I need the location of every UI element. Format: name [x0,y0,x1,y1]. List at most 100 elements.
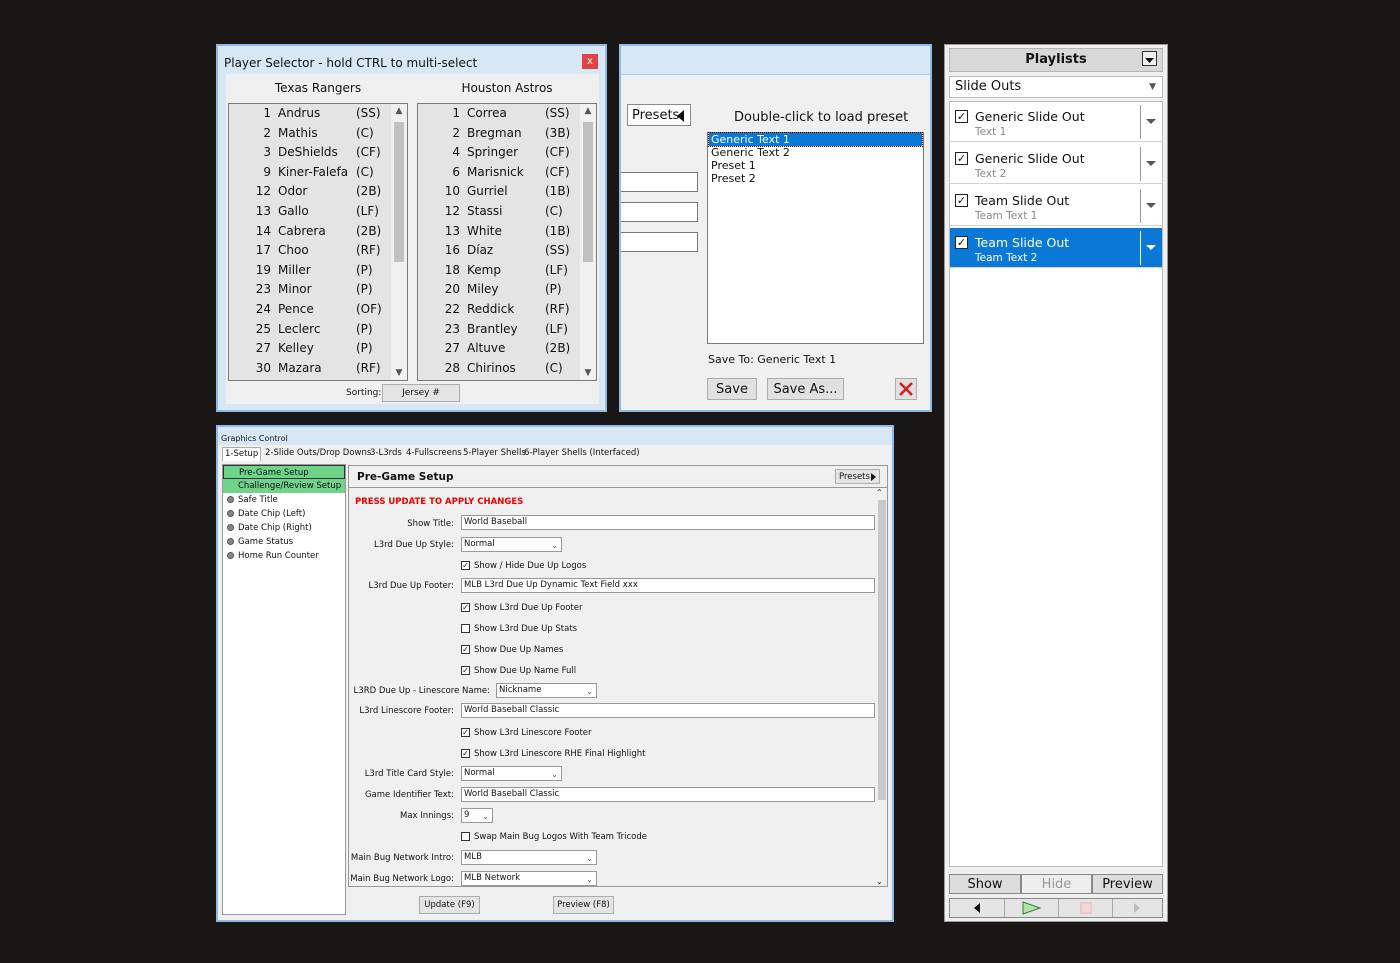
setup-sidebar-item[interactable]: Safe Title [223,493,345,507]
tab-player-shells[interactable]: 5-Player Shells [461,447,528,460]
network-intro-select[interactable]: MLB ⌄ [461,850,597,865]
player-row[interactable]: 27 Kelley (P) [229,339,407,359]
player-list-right[interactable]: 1 Correa (SS) 2 Bregman (3B) 4 Springer (CF) 6 Mar… [417,103,597,381]
previous-button[interactable] [950,899,1004,917]
setup-sidebar-item[interactable]: Date Chip (Left) [223,507,345,521]
player-row[interactable]: 13 Gallo (LF) [229,202,407,222]
tab-player-shells-interfaced[interactable]: 6-Player Shells (Interfaced) [522,447,642,460]
player-row[interactable]: 16 Díaz (SS) [418,241,596,261]
text-field[interactable] [621,232,698,252]
checkmark-icon[interactable]: ✓ [955,110,968,123]
player-row[interactable]: 28 Chirinos (C) [418,359,596,379]
chevron-up-icon[interactable]: ▲ [580,106,596,116]
tab-setup[interactable]: 1-Setup [222,447,262,461]
player-row[interactable]: 17 Choo (RF) [229,241,407,261]
player-row[interactable]: 1 Correa (SS) [418,104,596,124]
tab-fullscreens[interactable]: 4-Fullscreens [404,447,464,460]
player-row[interactable]: 2 Bregman (3B) [418,124,596,144]
update-button[interactable]: Update (F9) [419,896,480,914]
player-row[interactable]: 20 Miley (P) [418,280,596,300]
linescore-footer-input[interactable]: World Baseball Classic [461,703,875,718]
presets-button[interactable]: Presets [835,469,880,484]
player-row[interactable]: 14 Cabrera (2B) [229,222,407,242]
game-identifier-input[interactable]: World Baseball Classic [461,787,875,802]
preview-button[interactable]: Preview (F8) [553,896,614,914]
linescore-name-select[interactable]: Nickname ⌄ [496,683,597,698]
chevron-down-icon[interactable] [1146,203,1156,208]
player-row[interactable]: 12 Odor (2B) [229,182,407,202]
show-l3rd-stats-checkbox[interactable]: Show L3rd Due Up Stats [461,624,577,634]
show-due-up-name-full-checkbox[interactable]: ✓ Show Due Up Name Full [461,666,576,676]
setup-sidebar-item[interactable]: Date Chip (Right) [223,521,345,535]
scrollbar[interactable]: ▲ ▼ [580,104,596,380]
max-innings-select[interactable]: 9 ⌄ [461,808,493,823]
checkmark-icon[interactable]: ✓ [955,152,968,165]
preset-list-item[interactable]: Generic Text 2 [709,146,922,159]
player-row[interactable]: 23 Minor (P) [229,280,407,300]
player-list-left[interactable]: 1 Andrus (SS) 2 Mathis (C) 3 DeShields (CF) 9 Kine… [228,103,408,381]
setup-sidebar-item[interactable]: Home Run Counter [223,549,345,563]
chevron-down-icon[interactable]: ▼ [391,368,407,378]
playlist-combo[interactable]: Slide Outs ▼ [949,76,1163,98]
dropdown-button[interactable] [1142,51,1157,66]
l3rd-due-up-footer-input[interactable]: MLB L3rd Due Up Dynamic Text Field xxx [461,578,875,593]
player-row[interactable]: 1 Andrus (SS) [229,104,407,124]
player-row[interactable]: 4 Springer (CF) [418,143,596,163]
stop-button[interactable] [1058,899,1113,917]
preset-list-item[interactable]: Generic Text 1 [708,132,923,147]
player-row[interactable]: 19 Miller (P) [229,261,407,281]
show-linescore-footer-checkbox[interactable]: ✓ Show L3rd Linescore Footer [461,728,592,738]
player-row[interactable]: 12 Stassi (C) [418,202,596,222]
scrollbar[interactable]: ▲ ▼ [391,104,407,380]
show-rhe-checkbox[interactable]: ✓ Show L3rd Linescore RHE Final Highlight [461,749,646,759]
show-hide-logos-checkbox[interactable]: ✓ Show / Hide Due Up Logos [461,561,586,571]
player-row[interactable]: 6 Marisnick (CF) [418,163,596,183]
playlist-item[interactable]: ✓ Team Slide Out Team Text 1 [950,186,1162,226]
delete-button[interactable] [895,378,917,400]
preview-button[interactable]: Preview [1092,874,1163,894]
chevron-up-icon[interactable]: ▲ [391,106,407,116]
player-row[interactable]: 13 White (1B) [418,222,596,242]
chevron-down-icon[interactable]: ▼ [580,368,596,378]
player-row[interactable]: 9 Kiner-Falefa (C) [229,163,407,183]
text-field[interactable] [621,172,698,192]
save-button[interactable]: Save [707,378,757,400]
player-row[interactable]: 25 Leclerc (P) [229,320,407,340]
title-card-style-select[interactable]: Normal ⌄ [461,766,562,781]
tab-slide-outs[interactable]: 2-Slide Outs/Drop Downs [263,447,373,460]
tab-l3rds[interactable]: 3-L3rds [368,447,404,460]
text-field[interactable] [621,202,698,222]
player-row[interactable]: 22 Reddick (RF) [418,300,596,320]
show-title-input[interactable]: World Baseball [461,515,875,530]
chevron-up-icon[interactable]: ⌃ [876,488,883,497]
setup-sidebar-item[interactable]: Pre-Game Setup [223,465,345,479]
playlist-item[interactable]: ✓ Generic Slide Out Text 1 [950,102,1162,142]
player-row[interactable]: 27 Altuve (2B) [418,339,596,359]
chevron-down-icon[interactable] [1146,161,1156,166]
setup-sidebar-item[interactable]: Challenge/Review Setup [223,479,345,493]
player-row[interactable]: 23 Brantley (LF) [418,320,596,340]
scrollbar[interactable]: ⌃ ⌄ [876,488,887,886]
player-row[interactable]: 24 Pence (OF) [229,300,407,320]
setup-sidebar-item[interactable]: Game Status [223,535,345,549]
l3rd-due-up-style-select[interactable]: Normal ⌄ [461,537,562,552]
chevron-down-icon[interactable] [1146,119,1156,124]
player-row[interactable]: 30 Mazara (RF) [229,359,407,379]
network-logo-select[interactable]: MLB Network ⌄ [461,871,597,886]
player-row[interactable]: 3 DeShields (CF) [229,143,407,163]
next-button[interactable] [1112,899,1163,917]
checkmark-icon[interactable]: ✓ [955,236,968,249]
preset-list-item[interactable]: Preset 1 [709,159,922,172]
close-button[interactable]: x [582,54,598,69]
player-row[interactable]: 18 Kemp (LF) [418,261,596,281]
show-button[interactable]: Show [949,874,1021,894]
sorting-button[interactable]: Jersey # [382,384,460,402]
player-row[interactable]: 2 Mathis (C) [229,124,407,144]
playlist-item[interactable]: ✓ Generic Slide Out Text 2 [950,144,1162,184]
hide-button[interactable]: Hide [1021,874,1092,894]
preset-list-item[interactable]: Preset 2 [709,172,922,185]
swap-logos-checkbox[interactable]: Swap Main Bug Logos With Team Tricode [461,832,647,842]
play-button[interactable] [1004,899,1059,917]
checkmark-icon[interactable]: ✓ [955,194,968,207]
save-as-button[interactable]: Save As... [767,378,844,400]
